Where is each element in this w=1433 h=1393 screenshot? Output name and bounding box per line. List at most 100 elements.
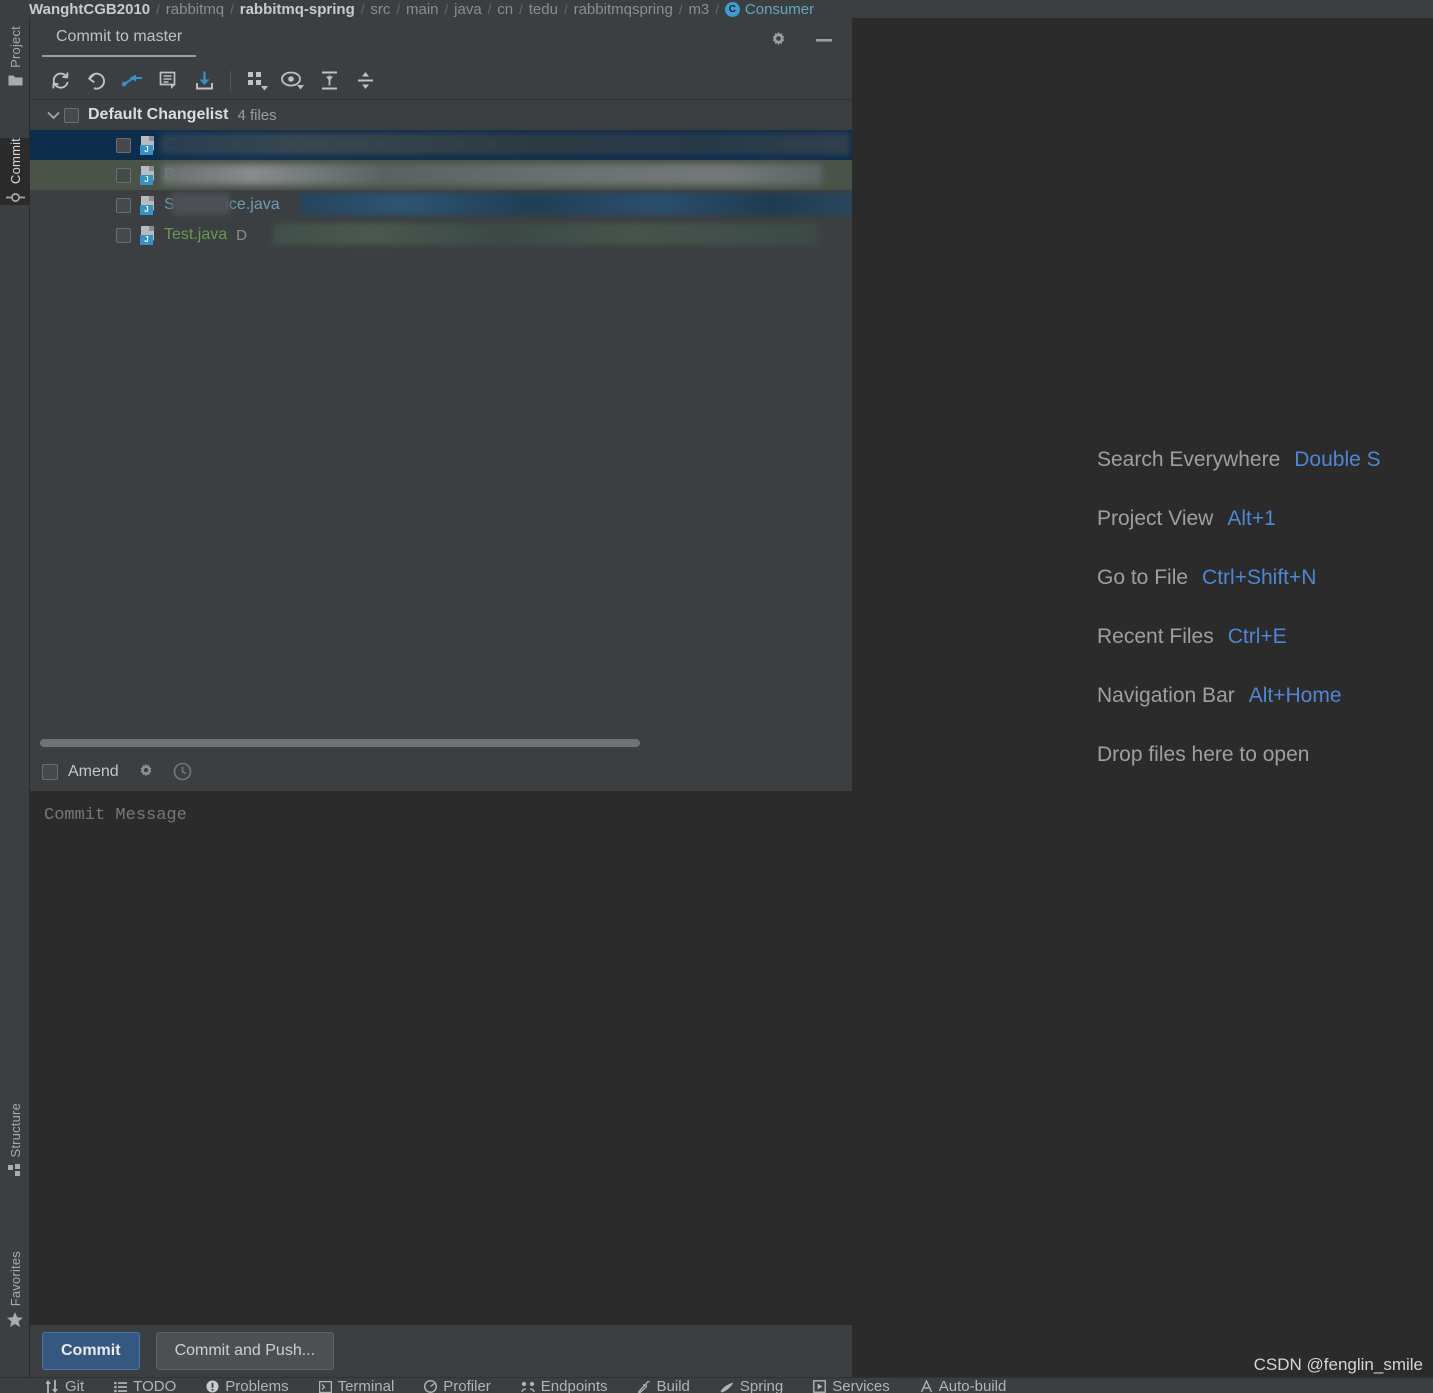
expand-all-icon[interactable]	[311, 66, 347, 96]
commit-panel-header-actions	[769, 18, 834, 62]
commit-panel-header: Commit to master	[30, 18, 852, 62]
table-row[interactable]: J S ntService.java	[30, 190, 852, 220]
sidebar-item-favorites[interactable]: Favorites	[0, 1251, 30, 1327]
breadcrumb-item-0[interactable]: WanghtCGB2010	[26, 1, 153, 18]
breadcrumb-class-label: Consumer	[744, 0, 815, 18]
breadcrumb-item-2[interactable]: rabbitmq-spring	[237, 1, 358, 18]
spring-icon	[720, 1381, 734, 1393]
move-to-changelist-icon[interactable]	[114, 66, 150, 96]
java-file-icon: J	[140, 165, 157, 185]
breadcrumb-item-4[interactable]: main	[403, 1, 442, 18]
breadcrumb-separator: /	[156, 1, 160, 17]
sidebar-item-commit[interactable]: Commit	[0, 138, 30, 205]
refresh-icon[interactable]	[42, 66, 78, 96]
watermark: CSDN @fenglin_smile	[1253, 1355, 1423, 1374]
breadcrumb-item-7[interactable]: tedu	[526, 1, 561, 18]
java-file-icon: J	[140, 225, 157, 245]
commit-and-push-button[interactable]: Commit and Push...	[155, 1332, 335, 1370]
preview-diff-icon[interactable]	[275, 66, 311, 96]
gear-icon[interactable]	[769, 31, 788, 50]
gear-icon[interactable]	[137, 763, 155, 781]
table-row[interactable]: J Test.java D	[30, 220, 852, 250]
status-item-spring[interactable]: Spring	[720, 1378, 783, 1393]
hint-navigation-bar: Navigation Bar Alt+Home	[1097, 684, 1433, 743]
status-item-problems[interactable]: Problems	[206, 1378, 289, 1393]
breadcrumb-item-8[interactable]: rabbitmqspring	[571, 1, 676, 18]
hint-action-label: Navigation Bar	[1097, 684, 1235, 707]
star-icon	[7, 1312, 23, 1327]
sidebar-item-project-label: Project	[7, 26, 23, 68]
status-item-endpoints[interactable]: Endpoints	[521, 1378, 608, 1393]
sidebar-item-structure[interactable]: Structure	[0, 1103, 30, 1177]
terminal-icon	[318, 1380, 332, 1393]
profiler-icon	[424, 1380, 438, 1393]
breadcrumb-separator: /	[360, 1, 365, 17]
history-icon[interactable]	[173, 762, 192, 781]
status-item-label: Profiler	[443, 1378, 491, 1393]
problems-icon	[206, 1380, 219, 1393]
redaction-overlay	[300, 193, 852, 215]
editor-empty-area[interactable]: Search Everywhere Double S Project View …	[853, 18, 1433, 1377]
file-checkbox[interactable]	[116, 137, 131, 153]
hint-drop-files: Drop files here to open	[1097, 743, 1433, 802]
commit-message-input[interactable]: Commit Message	[30, 790, 852, 1325]
status-item-label: Services	[832, 1378, 890, 1393]
amend-checkbox[interactable]	[42, 763, 58, 780]
file-checkbox[interactable]	[116, 227, 131, 243]
changelist-checkbox[interactable]	[64, 107, 79, 123]
changelist-row[interactable]: Default Changelist 4 files	[30, 100, 852, 130]
breadcrumb-separator: /	[396, 1, 400, 17]
status-item-services[interactable]: Services	[813, 1378, 890, 1393]
hint-action-label: Project View	[1097, 507, 1214, 530]
chevron-down-icon[interactable]	[42, 111, 64, 120]
shelve-icon[interactable]	[186, 66, 222, 96]
file-name: S ntService.java	[164, 196, 280, 213]
status-item-auto-build[interactable]: Auto-build	[920, 1378, 1007, 1393]
table-row[interactable]: J C	[30, 130, 852, 160]
breadcrumb-item-3[interactable]: src	[367, 1, 393, 18]
status-item-label: Problems	[225, 1378, 289, 1393]
changes-tree[interactable]: Default Changelist 4 files J C J B J S n…	[30, 100, 852, 737]
status-item-build[interactable]: Build	[637, 1378, 690, 1393]
hint-action-label: Go to File	[1097, 566, 1189, 589]
status-item-label: Auto-build	[938, 1378, 1007, 1393]
status-item-terminal[interactable]: Terminal	[318, 1378, 394, 1393]
status-item-todo[interactable]: TODO	[114, 1378, 176, 1393]
commit-icon	[5, 190, 25, 205]
status-item-label: Build	[656, 1378, 690, 1393]
folder-icon	[8, 74, 23, 87]
commit-tool-window: Commit to master Default Changelist 4 fi…	[30, 18, 853, 1377]
commit-message-placeholder: Commit Message	[44, 805, 187, 825]
breadcrumb-separator: /	[519, 1, 523, 17]
status-item-profiler[interactable]: Profiler	[424, 1378, 491, 1393]
breadcrumb-item-6[interactable]: cn	[494, 1, 516, 18]
sidebar-item-project[interactable]: Project	[0, 26, 30, 87]
commit-button[interactable]: Commit	[42, 1332, 140, 1370]
build-icon	[637, 1380, 651, 1393]
file-name: C	[164, 136, 176, 153]
toolbar-separator	[230, 70, 231, 91]
tree-horizontal-scrollbar[interactable]	[40, 738, 640, 747]
group-by-icon[interactable]	[239, 66, 275, 96]
collapse-all-icon[interactable]	[347, 66, 383, 96]
status-item-git[interactable]: Git	[46, 1378, 84, 1393]
left-tool-strip: Project Commit Structure Favorites	[0, 18, 30, 1377]
breadcrumb-separator: /	[678, 1, 683, 17]
breadcrumb-item-class[interactable]: C Consumer	[722, 1, 817, 18]
file-checkbox[interactable]	[116, 197, 131, 213]
breadcrumb-item-5[interactable]: java	[451, 1, 485, 18]
edit-changelist-icon[interactable]	[150, 66, 186, 96]
commit-toolbar	[30, 62, 852, 100]
breadcrumb-item-9[interactable]: m3	[685, 1, 712, 18]
file-checkbox[interactable]	[116, 167, 131, 183]
status-item-label: Spring	[739, 1378, 784, 1393]
minimize-icon[interactable]	[814, 33, 834, 47]
table-row[interactable]: J B	[30, 160, 852, 190]
rollback-icon[interactable]	[78, 66, 114, 96]
file-path: D	[236, 226, 247, 244]
hint-recent-files: Recent Files Ctrl+E	[1097, 625, 1433, 684]
breadcrumb-item-1[interactable]: rabbitmq	[163, 1, 227, 18]
hint-shortcut: Alt+1	[1227, 507, 1276, 530]
tab-commit-to-master[interactable]: Commit to master	[42, 24, 197, 57]
idea-window: WanghtCGB2010 / rabbitmq / rabbitmq-spri…	[0, 0, 1433, 1393]
